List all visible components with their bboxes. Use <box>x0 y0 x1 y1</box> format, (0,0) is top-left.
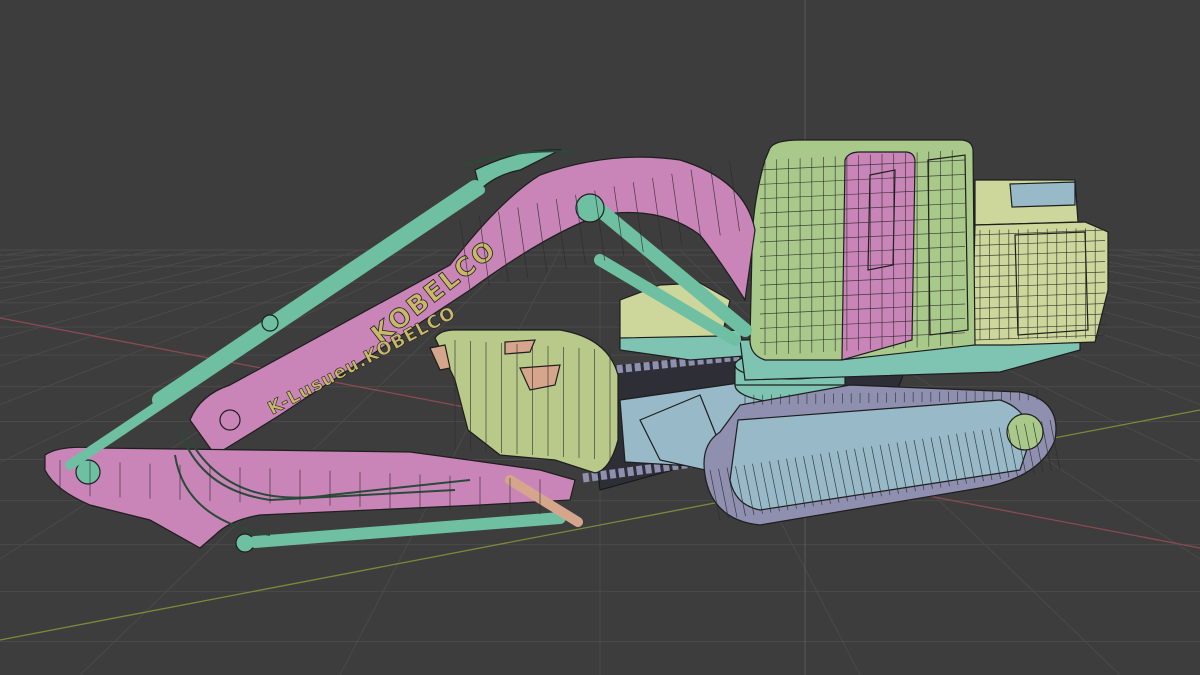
3d-viewport[interactable]: KOBELCO K-Lusueu.KOBELCO <box>0 0 1200 675</box>
bucket[interactable] <box>429 329 619 474</box>
cab-rear-window <box>927 154 969 336</box>
excavator-model[interactable]: KOBELCO K-Lusueu.KOBELCO <box>44 139 1109 553</box>
grid-line <box>0 249 41 257</box>
boom-arm-pivot <box>219 409 241 431</box>
cab-door-window <box>867 169 896 271</box>
exhaust-unit <box>1009 181 1076 208</box>
bucket-cylinder <box>249 512 566 548</box>
grid-line <box>1159 249 1200 257</box>
viewport-canvas[interactable]: KOBELCO K-Lusueu.KOBELCO <box>0 0 1200 675</box>
near-track[interactable] <box>703 384 1057 526</box>
cylinder-collar <box>261 314 279 332</box>
grid-line <box>1119 249 1200 263</box>
boom-cylinder-pin <box>575 193 605 223</box>
bucket-tooth <box>504 339 536 355</box>
